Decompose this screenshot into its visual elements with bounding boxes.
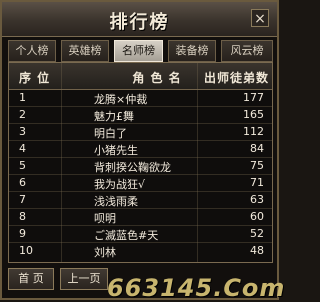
title-bar: 排行榜 ×	[2, 2, 277, 37]
table-row[interactable]: 1 龙腾×仲裁 177	[9, 89, 272, 107]
count-cell: 48	[250, 244, 264, 257]
count-cell: 63	[250, 193, 264, 206]
count-cell: 75	[250, 159, 264, 172]
name-cell: 呗明	[94, 212, 116, 225]
table-header: 序 位 角 色 名 出师徒弟数	[9, 63, 272, 90]
watermark-text: 663145.Com	[107, 274, 286, 302]
rank-cell: 2	[19, 108, 26, 121]
header-count: 出师徒弟数	[203, 71, 269, 85]
count-cell: 52	[250, 227, 264, 240]
count-cell: 71	[250, 176, 264, 189]
leaderboard-window: 排行榜 × 个人榜 英雄榜 名师榜 装备榜 风云榜 序 位 角 色 名 出师徒弟…	[0, 0, 284, 302]
count-cell: 112	[243, 125, 264, 138]
first-page-button[interactable]: 首 页	[8, 268, 54, 290]
name-cell: 刘林	[94, 246, 116, 259]
rank-cell: 1	[19, 91, 26, 104]
table-body: 1 龙腾×仲裁 177 2 魅力£舞 165 3 明白了 112 4 小猪先生 …	[9, 89, 272, 263]
ranking-table: 序 位 角 色 名 出师徒弟数 1 龙腾×仲裁 177 2 魅力£舞 165 3…	[8, 62, 273, 263]
rank-cell: 7	[19, 193, 26, 206]
count-cell: 84	[250, 142, 264, 155]
rank-cell: 10	[19, 244, 33, 257]
name-cell: 浅浅雨柔	[94, 195, 138, 208]
count-cell: 165	[243, 108, 264, 121]
rank-cell: 6	[19, 176, 26, 189]
rank-cell: 9	[19, 227, 26, 240]
table-row[interactable]: 4 小猪先生 84	[9, 140, 272, 158]
tab-bar: 个人榜 英雄榜 名师榜 装备榜 风云榜	[8, 40, 273, 62]
name-cell: ご滅蓝色#天	[94, 229, 159, 242]
tab-hero[interactable]: 英雄榜	[61, 40, 109, 62]
table-row[interactable]: 9 ご滅蓝色#天 52	[9, 225, 272, 243]
count-cell: 60	[250, 210, 264, 223]
close-button[interactable]: ×	[251, 9, 269, 27]
table-row[interactable]: 8 呗明 60	[9, 208, 272, 226]
header-rank: 序 位	[19, 71, 51, 85]
name-cell: 我为战狂√	[94, 178, 146, 191]
rank-cell: 5	[19, 159, 26, 172]
count-cell: 177	[243, 91, 264, 104]
rank-cell: 3	[19, 125, 26, 138]
name-cell: 背刺揆公鞠欲龙	[94, 161, 171, 174]
tab-equipment[interactable]: 装备榜	[168, 40, 216, 62]
prev-page-button[interactable]: 上一页	[60, 268, 108, 290]
rank-cell: 8	[19, 210, 26, 223]
table-row[interactable]: 7 浅浅雨柔 63	[9, 191, 272, 209]
tab-fengyun[interactable]: 风云榜	[221, 40, 273, 62]
name-cell: 魅力£舞	[94, 110, 134, 123]
tab-master[interactable]: 名师榜	[114, 40, 163, 62]
table-row[interactable]: 10 刘林 48	[9, 242, 272, 260]
name-cell: 龙腾×仲裁	[94, 93, 148, 106]
table-row[interactable]: 2 魅力£舞 165	[9, 106, 272, 124]
name-cell: 小猪先生	[94, 144, 138, 157]
tab-personal[interactable]: 个人榜	[8, 40, 56, 62]
name-cell: 明白了	[94, 127, 127, 140]
table-row[interactable]: 6 我为战狂√ 71	[9, 174, 272, 192]
table-row[interactable]: 5 背刺揆公鞠欲龙 75	[9, 157, 272, 175]
table-row[interactable]: 3 明白了 112	[9, 123, 272, 141]
rank-cell: 4	[19, 142, 26, 155]
window-title: 排行榜	[109, 12, 170, 33]
